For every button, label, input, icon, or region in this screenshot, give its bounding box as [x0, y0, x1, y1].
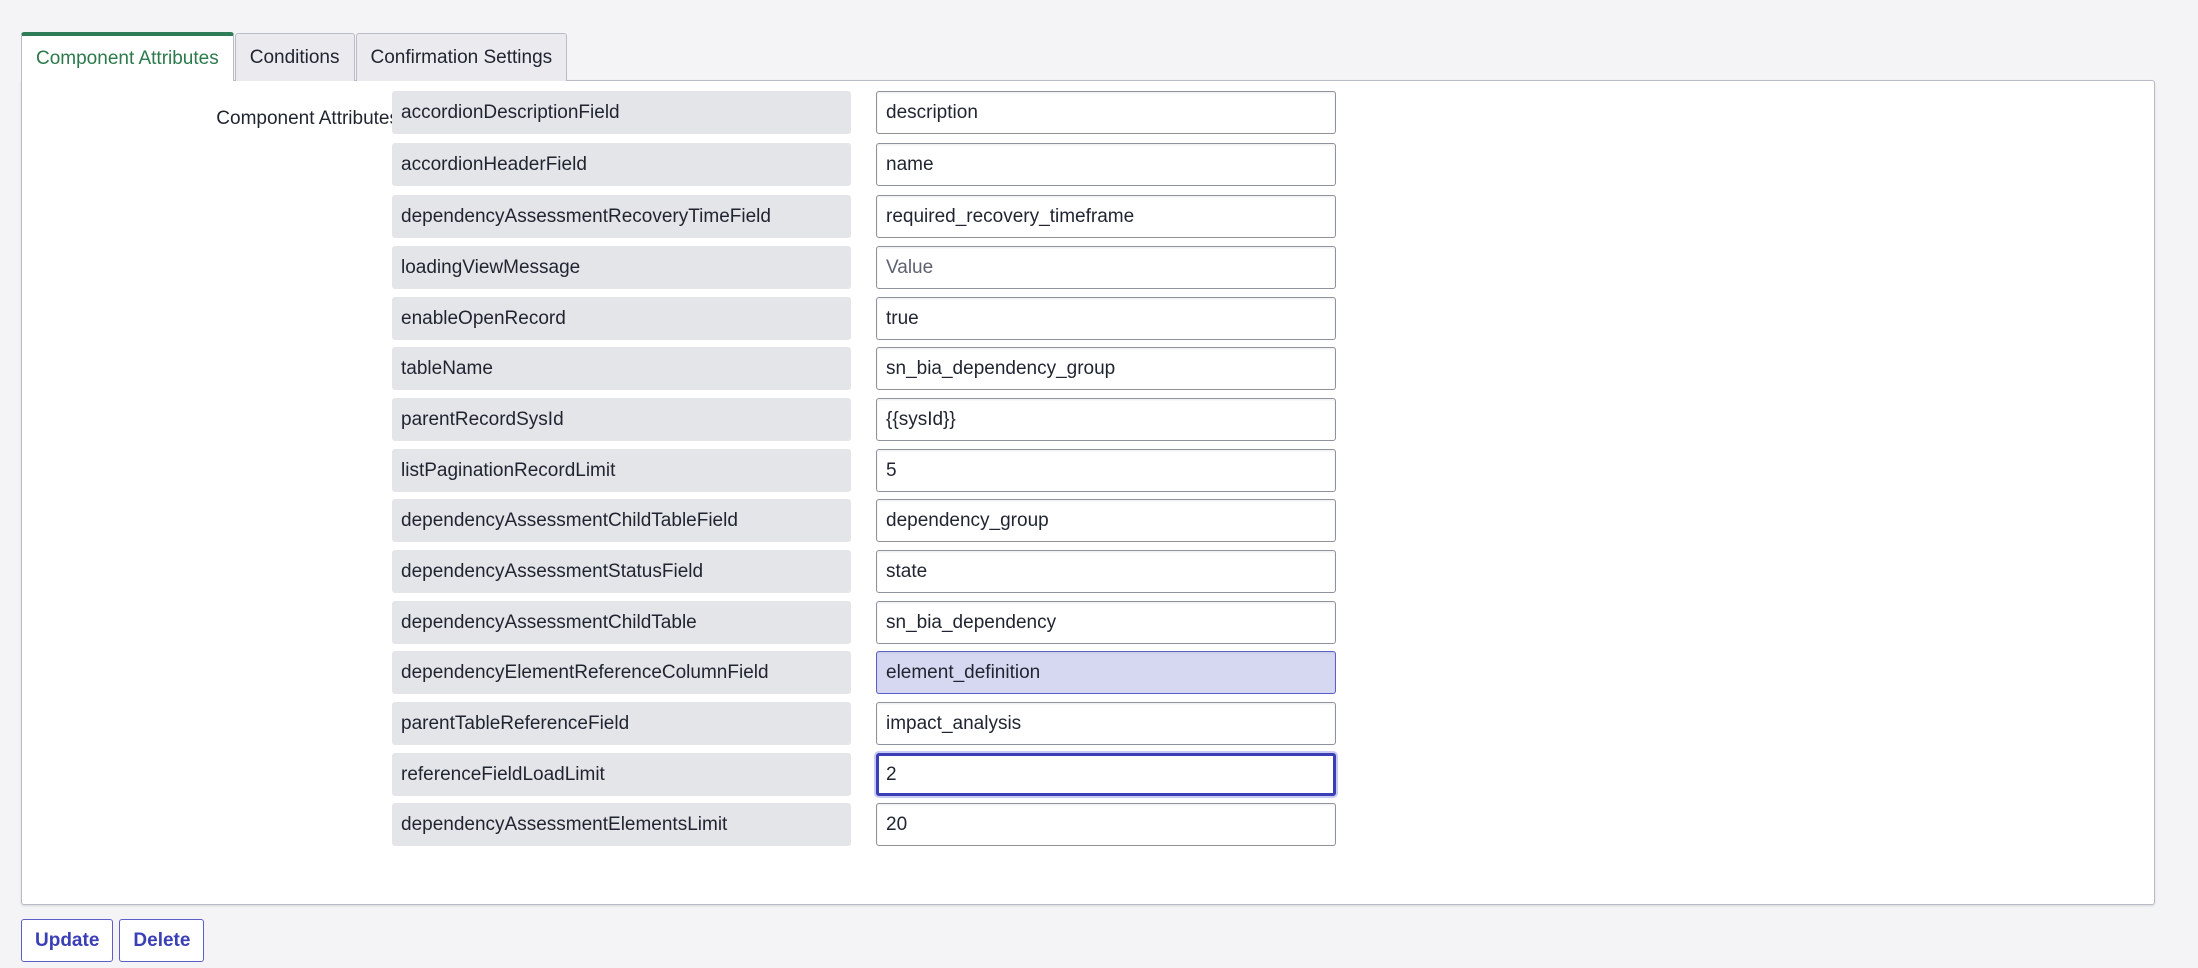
attribute-value-input[interactable] — [876, 398, 1336, 441]
attribute-value-input[interactable] — [876, 550, 1336, 593]
attribute-row: accordionDescriptionField — [392, 91, 1357, 135]
delete-button[interactable]: Delete — [119, 919, 205, 962]
attribute-row: tableName — [392, 347, 1357, 391]
attribute-value-input[interactable] — [876, 753, 1336, 796]
attribute-name: enableOpenRecord — [392, 297, 851, 340]
attribute-value-input[interactable] — [876, 803, 1336, 846]
attribute-name: loadingViewMessage — [392, 246, 851, 289]
attribute-row: enableOpenRecord — [392, 297, 1357, 341]
attribute-row: parentRecordSysId — [392, 398, 1357, 442]
attribute-name: dependencyAssessmentRecoveryTimeField — [392, 195, 851, 238]
attribute-value-input[interactable] — [876, 702, 1336, 745]
attribute-value-input[interactable] — [876, 195, 1336, 238]
attribute-value-input[interactable] — [876, 651, 1336, 694]
tab-bar: Component Attributes Conditions Confirma… — [21, 32, 568, 81]
attribute-row: dependencyAssessmentStatusField — [392, 550, 1357, 594]
attribute-value-input[interactable] — [876, 91, 1336, 134]
attribute-value-input[interactable] — [876, 601, 1336, 644]
attribute-value-input[interactable] — [876, 297, 1336, 340]
attribute-row: dependencyAssessmentChildTableField — [392, 499, 1357, 543]
attribute-value-input[interactable] — [876, 449, 1336, 492]
attribute-row: dependencyAssessmentChildTable — [392, 601, 1357, 645]
attribute-name: dependencyAssessmentElementsLimit — [392, 803, 851, 846]
attribute-name: parentRecordSysId — [392, 398, 851, 441]
tab-confirmation-settings[interactable]: Confirmation Settings — [355, 33, 568, 81]
attribute-row: loadingViewMessage — [392, 246, 1357, 290]
attribute-value-input[interactable] — [876, 499, 1336, 542]
attribute-row: listPaginationRecordLimit — [392, 449, 1357, 493]
attribute-row: parentTableReferenceField — [392, 702, 1357, 746]
attribute-name: dependencyAssessmentStatusField — [392, 550, 851, 593]
update-button[interactable]: Update — [21, 919, 114, 962]
attribute-value-input[interactable] — [876, 347, 1336, 390]
attribute-row: accordionHeaderField — [392, 143, 1357, 187]
attribute-name: referenceFieldLoadLimit — [392, 753, 851, 796]
tab-component-attributes[interactable]: Component Attributes — [21, 32, 234, 81]
form-actions: Update Delete — [21, 919, 205, 962]
attribute-name: tableName — [392, 347, 851, 390]
attribute-name: dependencyAssessmentChildTableField — [392, 499, 851, 542]
tab-conditions[interactable]: Conditions — [234, 33, 355, 81]
attribute-name: accordionDescriptionField — [392, 91, 851, 134]
section-label: Component Attributes — [216, 108, 399, 129]
attribute-value-input[interactable] — [876, 246, 1336, 289]
attribute-row: dependencyAssessmentRecoveryTimeField — [392, 195, 1357, 239]
attribute-name: dependencyElementReferenceColumnField — [392, 651, 851, 694]
attribute-row: dependencyAssessmentElementsLimit — [392, 803, 1357, 847]
attribute-row: dependencyElementReferenceColumnField — [392, 651, 1357, 695]
attribute-value-input[interactable] — [876, 143, 1336, 186]
attribute-name: accordionHeaderField — [392, 143, 851, 186]
component-attributes-panel: Component Attributes accordionDescriptio… — [21, 80, 2155, 905]
attribute-row: referenceFieldLoadLimit — [392, 753, 1357, 797]
attribute-name: parentTableReferenceField — [392, 702, 851, 745]
attribute-name: dependencyAssessmentChildTable — [392, 601, 851, 644]
attribute-name: listPaginationRecordLimit — [392, 449, 851, 492]
